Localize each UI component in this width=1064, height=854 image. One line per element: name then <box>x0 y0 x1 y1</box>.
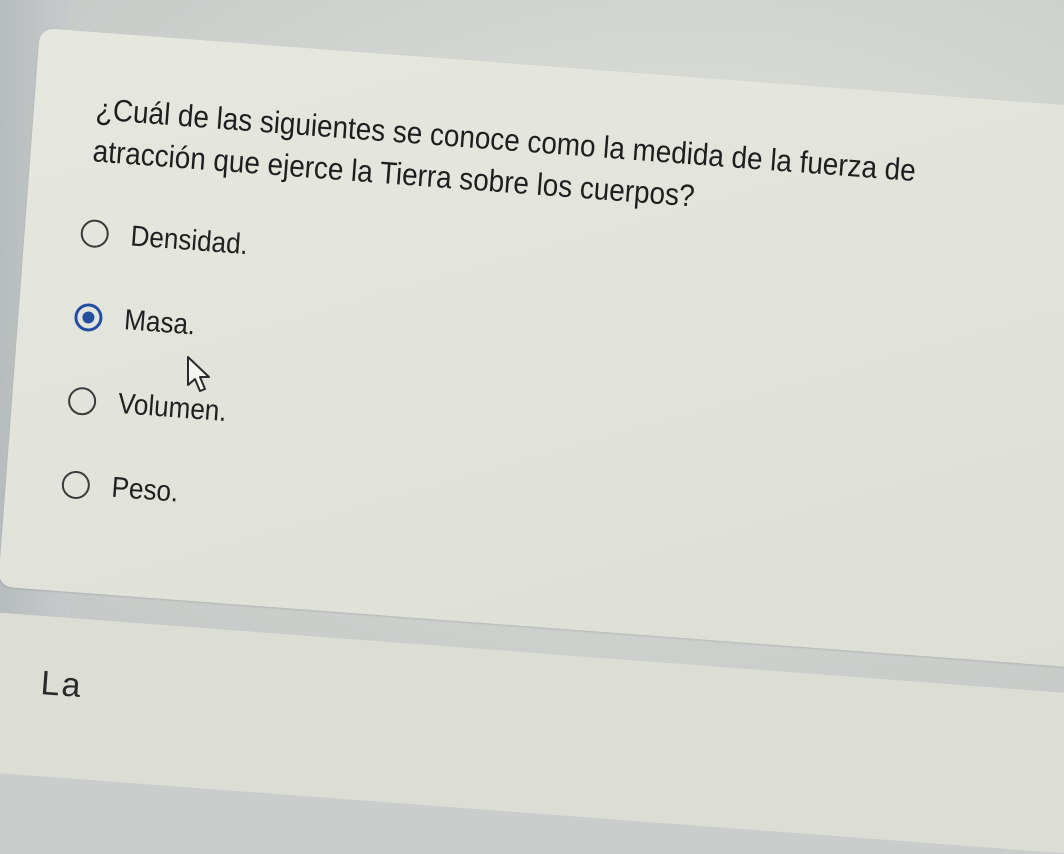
option-volumen[interactable]: Volumen. <box>66 369 251 444</box>
option-peso[interactable]: Peso. <box>60 453 245 528</box>
option-masa[interactable]: Masa. <box>72 285 257 360</box>
mouse-pointer-icon <box>187 356 210 392</box>
radio-button[interactable] <box>60 469 91 500</box>
option-label: Masa. <box>123 303 197 341</box>
option-label: Densidad. <box>129 219 250 261</box>
radio-button-selected[interactable] <box>73 302 104 333</box>
radio-button[interactable] <box>79 218 110 249</box>
option-densidad[interactable]: Densidad. <box>78 202 263 277</box>
answer-options: Densidad. Masa. Volumen. Peso. <box>58 202 263 551</box>
next-question-partial-text: La <box>39 664 84 706</box>
option-label: Peso. <box>110 471 180 509</box>
radio-button[interactable] <box>67 386 98 417</box>
question-card: ¿Cuál de las siguientes se conoce como l… <box>0 28 1064 669</box>
